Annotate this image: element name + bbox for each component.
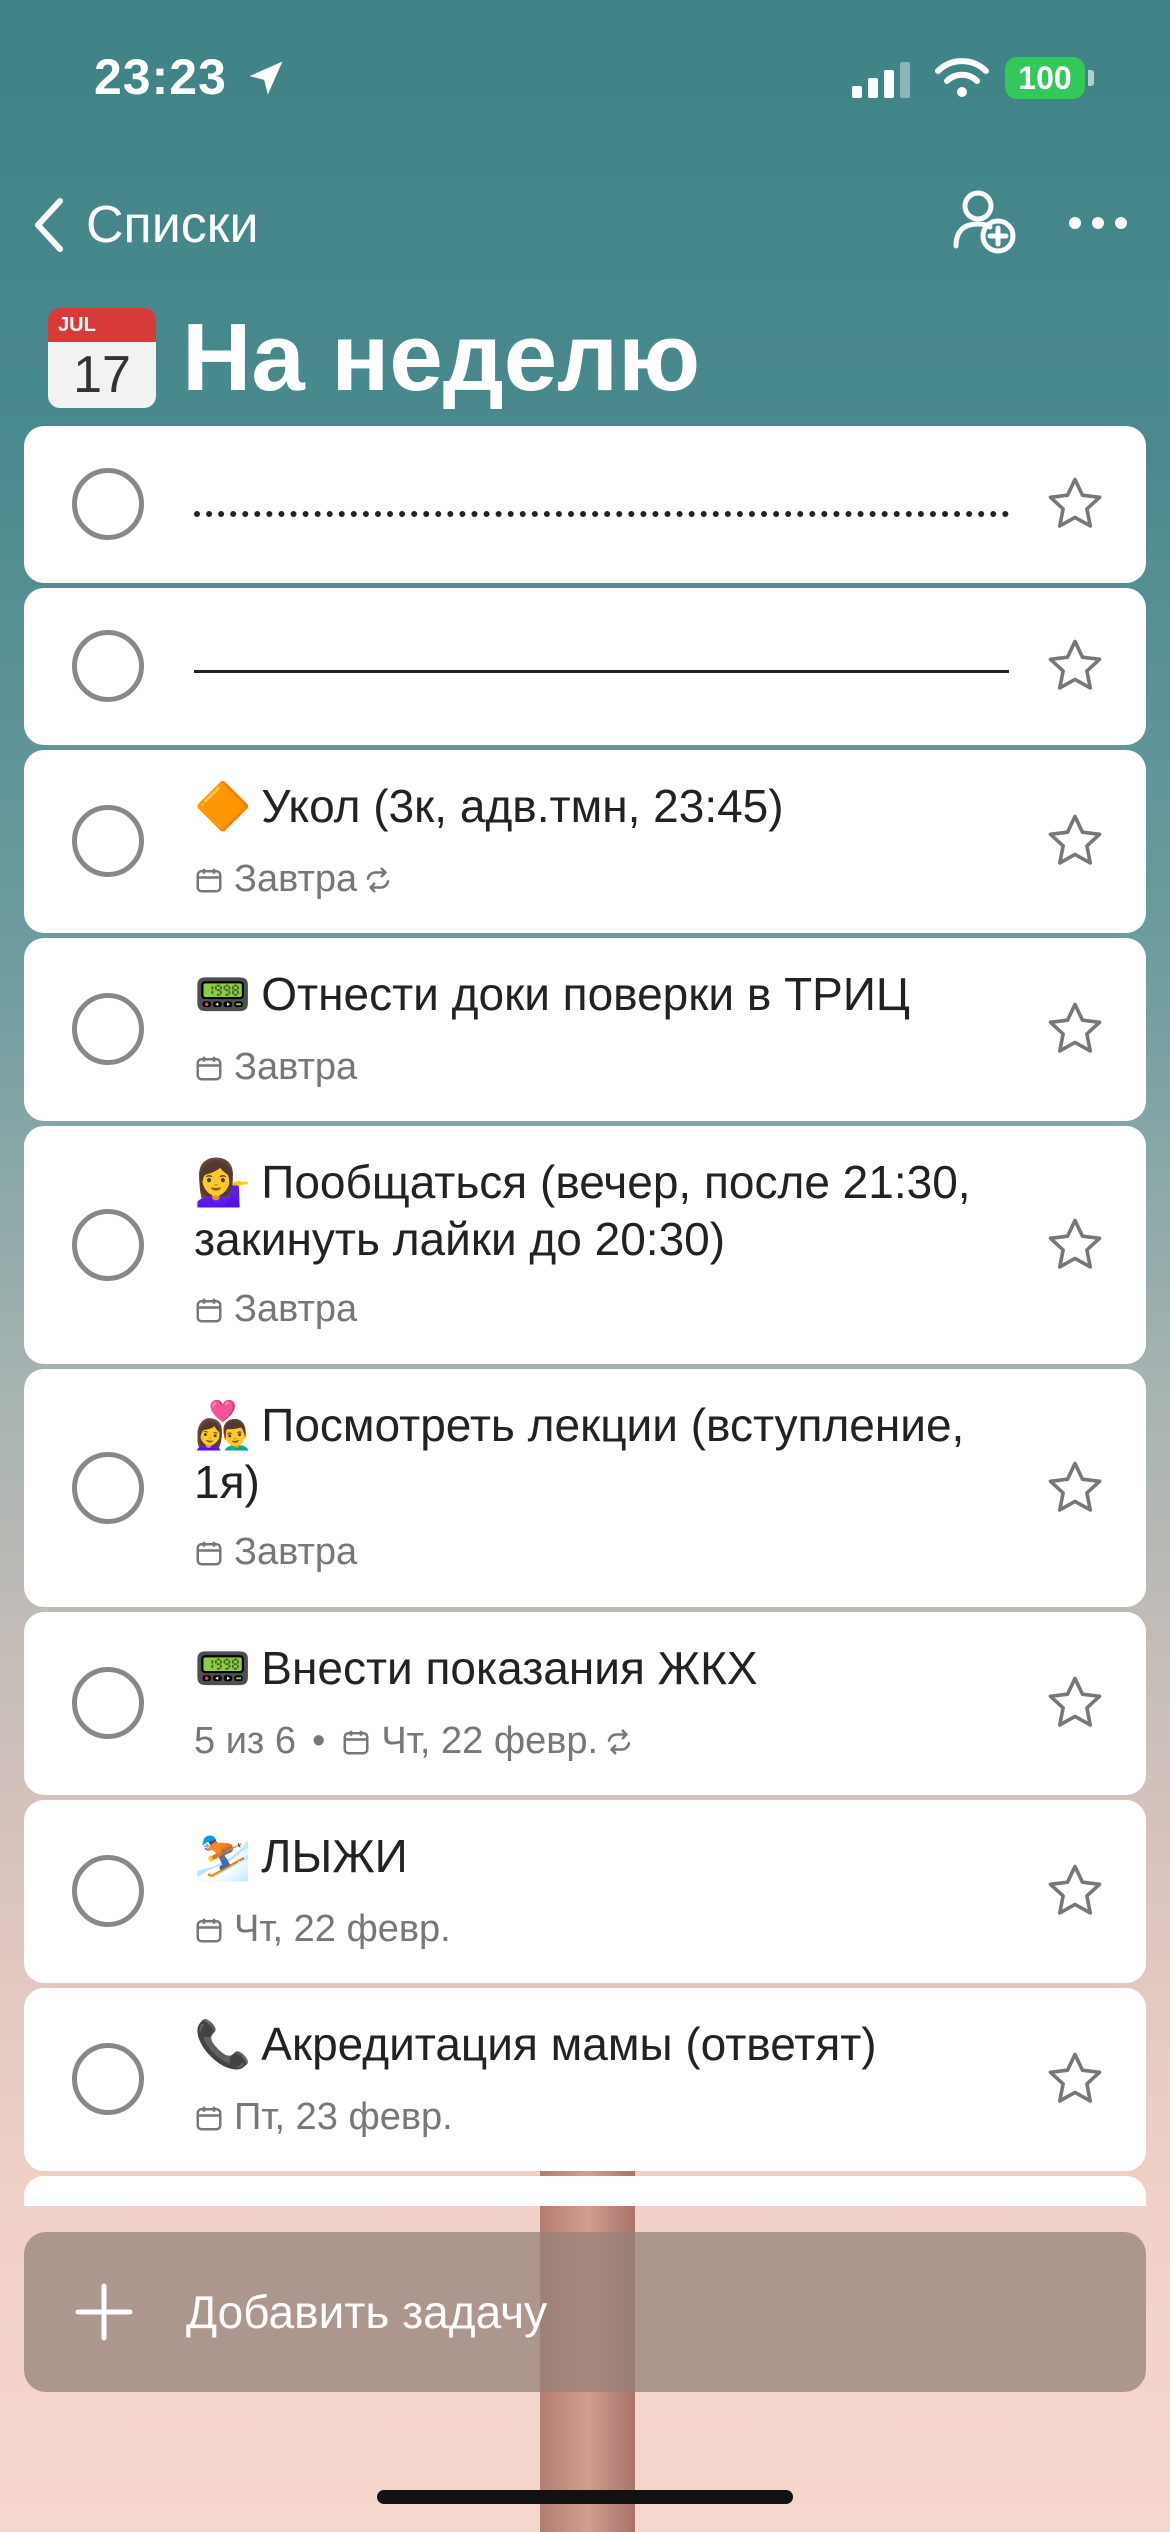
task-title-text: Посмотреть лекции (вступление, 1я): [194, 1399, 965, 1508]
task-row[interactable]: ⛷️ ЛЫЖИ Чт, 22 февр.: [24, 1800, 1146, 1983]
status-bar: 23:23 100: [0, 0, 1170, 150]
task-meta: Завтра: [194, 1531, 357, 1574]
task-emoji: 👩‍❤️‍👨: [194, 1399, 252, 1451]
task-due-date: Чт, 22 февр.: [381, 1720, 599, 1762]
task-row[interactable]: 🔶 Укол (3к, адв.тмн, 23:45) Завтра: [24, 750, 1146, 933]
task-title: ⛷️ ЛЫЖИ: [194, 1828, 1024, 1885]
complete-checkbox[interactable]: [72, 1209, 144, 1281]
task-title-text: Пообщаться (вечер, после 21:30, закинуть…: [194, 1156, 971, 1265]
complete-checkbox[interactable]: [72, 1667, 144, 1739]
task-title-text: ЛЫЖИ: [261, 1830, 408, 1882]
star-icon[interactable]: [1044, 473, 1106, 535]
list-header: JUL 17 На неделю: [44, 298, 700, 418]
meta-separator-dot: •: [312, 1720, 326, 1762]
back-button[interactable]: Списки: [30, 190, 259, 260]
calendar-emoji-day: 17: [48, 342, 156, 408]
status-time: 23:23: [94, 49, 227, 105]
task-row[interactable]: [24, 426, 1146, 583]
task-row[interactable]: 👩‍❤️‍👨 Посмотреть лекции (вступление, 1я)…: [24, 1369, 1146, 1607]
task-emoji: 🔶: [194, 780, 252, 832]
task-title-text: Внести показания ЖКХ: [261, 1642, 758, 1694]
cellular-signal-icon: [852, 62, 910, 98]
more-options-icon[interactable]: [1065, 208, 1131, 238]
task-title-text: Отнести доки поверки в ТРИЦ: [261, 968, 910, 1020]
task-meta: 5 из 6 • Чт, 22 февр.: [194, 1720, 636, 1763]
task-emoji: ⛷️: [194, 1830, 252, 1882]
complete-checkbox[interactable]: [72, 630, 144, 702]
calendar-small-icon: [196, 1056, 222, 1080]
complete-checkbox[interactable]: [72, 1452, 144, 1524]
task-row[interactable]: 📞 Акредитация мамы (ответят) Пт, 23 февр.: [24, 1988, 1146, 2171]
star-icon[interactable]: [1044, 2048, 1106, 2110]
calendar-small-icon: [196, 868, 222, 892]
star-icon[interactable]: [1044, 635, 1106, 697]
star-icon[interactable]: [1044, 810, 1106, 872]
battery-tip: [1088, 70, 1094, 86]
calendar-small-icon: [196, 1298, 222, 1322]
task-emoji: 📞: [194, 2018, 252, 2070]
star-icon[interactable]: [1044, 1672, 1106, 1734]
calendar-small-icon: [196, 2106, 222, 2130]
repeat-icon: [366, 867, 390, 892]
task-emoji: 📟: [194, 1642, 252, 1694]
task-meta: Пт, 23 февр.: [194, 2096, 453, 2139]
task-title: 📞 Акредитация мамы (ответят): [194, 2016, 1024, 2073]
calendar-small-icon: [343, 1730, 369, 1754]
star-icon[interactable]: [1044, 1214, 1106, 1276]
battery-indicator: 100: [1005, 57, 1085, 99]
wifi-icon: [935, 58, 989, 97]
complete-checkbox[interactable]: [72, 993, 144, 1065]
task-title: 🔶 Укол (3к, адв.тмн, 23:45): [194, 778, 1024, 835]
task-meta: Завтра: [194, 858, 395, 901]
task-emoji: 📟: [194, 968, 252, 1020]
task-due-date: Чт, 22 февр.: [234, 1908, 451, 1950]
task-title: 📟 Внести показания ЖКХ: [194, 1640, 1024, 1697]
task-list: 🔶 Укол (3к, адв.тмн, 23:45) Завтра 📟 Отнес…: [24, 426, 1146, 2206]
subtask-progress: 5 из 6: [194, 1720, 297, 1762]
calendar-small-icon: [196, 1541, 222, 1565]
plus-icon: [75, 2283, 133, 2341]
calendar-emoji-icon: JUL 17: [44, 304, 160, 412]
back-label: Списки: [86, 196, 259, 254]
task-title: 💁‍♀️ Пообщаться (вечер, после 21:30, заки…: [194, 1154, 1024, 1268]
task-row-partial[interactable]: [24, 2176, 1146, 2206]
repeat-icon: [607, 1729, 631, 1754]
task-due-date: Завтра: [234, 858, 358, 900]
task-meta: Завтра: [194, 1046, 357, 1089]
location-arrow-icon: [249, 61, 283, 95]
calendar-emoji-month: JUL: [48, 308, 156, 342]
task-due-date: Пт, 23 февр.: [234, 2096, 453, 2138]
task-title-text: Укол (3к, адв.тмн, 23:45): [261, 780, 784, 832]
task-row[interactable]: [24, 588, 1146, 745]
add-person-icon[interactable]: [952, 186, 1018, 256]
task-due-date: Завтра: [234, 1531, 358, 1573]
complete-checkbox[interactable]: [72, 805, 144, 877]
star-icon[interactable]: [1044, 1860, 1106, 1922]
add-task-button[interactable]: Добавить задачу: [24, 2232, 1146, 2392]
home-indicator[interactable]: [377, 2490, 793, 2504]
task-due-date: Завтра: [234, 1046, 358, 1088]
task-title: 👩‍❤️‍👨 Посмотреть лекции (вступление, 1я): [194, 1397, 1024, 1511]
star-icon[interactable]: [1044, 1457, 1106, 1519]
task-due-date: Завтра: [234, 1288, 358, 1330]
line-separator: [194, 670, 1009, 673]
task-row[interactable]: 📟 Внести показания ЖКХ 5 из 6 • Чт, 22 фе…: [24, 1612, 1146, 1795]
complete-checkbox[interactable]: [72, 468, 144, 540]
dotted-separator-line: [194, 511, 1009, 517]
star-icon[interactable]: [1044, 998, 1106, 1060]
task-title: 📟 Отнести доки поверки в ТРИЦ: [194, 966, 1024, 1023]
chevron-left-icon: [35, 198, 63, 252]
page-title: На неделю: [182, 304, 701, 411]
calendar-small-icon: [196, 1918, 222, 1942]
task-meta: Чт, 22 февр.: [194, 1908, 451, 1951]
task-emoji: 💁‍♀️: [194, 1156, 252, 1208]
add-task-label: Добавить задачу: [186, 2286, 548, 2338]
task-row[interactable]: 💁‍♀️ Пообщаться (вечер, после 21:30, заки…: [24, 1126, 1146, 1364]
navigation-bar: Списки: [0, 180, 1170, 270]
complete-checkbox[interactable]: [72, 2043, 144, 2115]
task-meta: Завтра: [194, 1288, 357, 1331]
task-row[interactable]: 📟 Отнести доки поверки в ТРИЦ Завтра: [24, 938, 1146, 1121]
complete-checkbox[interactable]: [72, 1855, 144, 1927]
task-title-text: Акредитация мамы (ответят): [261, 2018, 877, 2070]
